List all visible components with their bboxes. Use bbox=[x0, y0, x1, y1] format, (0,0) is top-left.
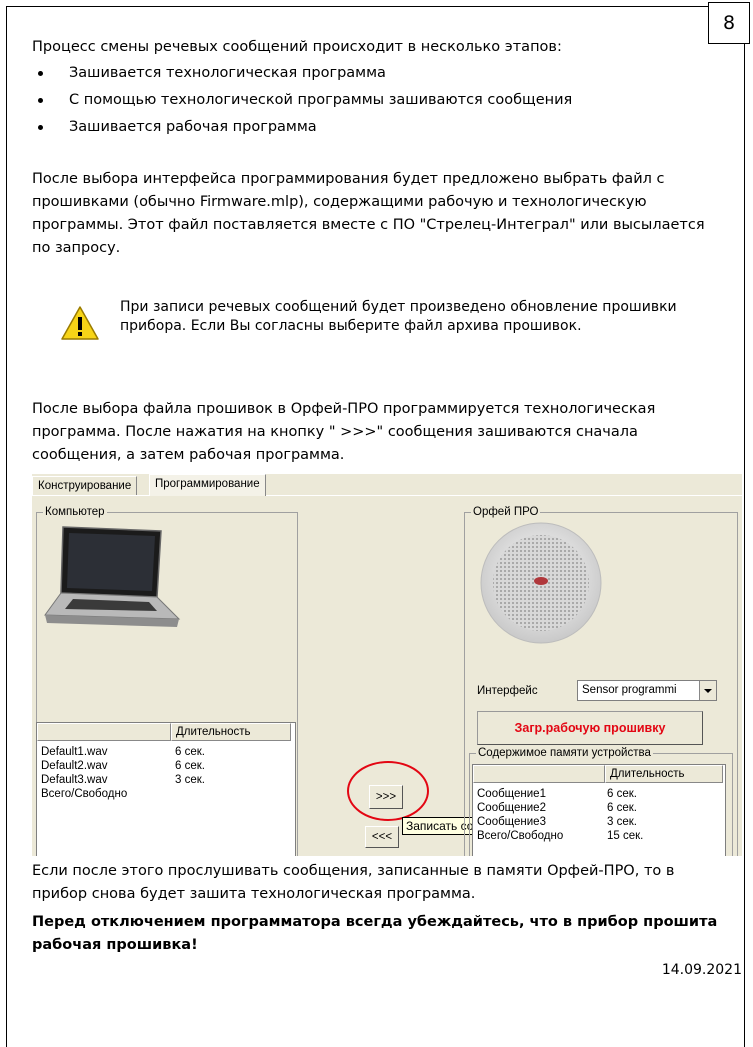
list-item[interactable]: Всего/Свободно bbox=[41, 787, 127, 801]
memory-group-title: Содержимое памяти устройства bbox=[476, 746, 653, 760]
tab-design[interactable]: Конструирование bbox=[32, 476, 138, 495]
device-image bbox=[479, 521, 603, 648]
bullet-label: Зашивается рабочая программа bbox=[69, 119, 317, 135]
column-header-duration[interactable]: Длительность bbox=[171, 723, 291, 741]
highlight-circle bbox=[347, 761, 429, 821]
paragraph-listen: Если после этого прослушивать сообщения,… bbox=[32, 863, 675, 902]
device-group: Орфей ПРО Интерфейс Sensor programmi Заг… bbox=[464, 505, 738, 856]
warning-text: При записи речевых сообщений будет произ… bbox=[120, 299, 677, 334]
list-item[interactable]: Default2.wav 6 сек. bbox=[41, 759, 205, 773]
device-group-title: Орфей ПРО bbox=[471, 505, 541, 519]
tab-panel: Компьютер Длительность Default1.wav 6 сек… bbox=[32, 495, 742, 856]
laptop-image bbox=[43, 523, 183, 644]
memory-group: Содержимое памяти устройства Длительност… bbox=[469, 746, 733, 856]
chevron-down-icon[interactable] bbox=[699, 681, 716, 700]
list-item[interactable]: Сообщение3 3 сек. bbox=[477, 815, 637, 829]
list-item[interactable]: Сообщение1 6 сек. bbox=[477, 787, 637, 801]
list-item[interactable]: Default3.wav 3 сек. bbox=[41, 773, 205, 787]
bullet-dot bbox=[38, 125, 43, 130]
list-item[interactable]: Сообщение2 6 сек. bbox=[477, 801, 637, 815]
intro-text: Процесс смены речевых сообщений происход… bbox=[32, 39, 562, 55]
bullet-dot bbox=[38, 71, 43, 76]
column-header-name[interactable] bbox=[37, 723, 171, 741]
notice-text: Перед отключением программатора всегда у… bbox=[32, 914, 718, 953]
computer-group-title: Компьютер bbox=[43, 505, 107, 519]
list-item[interactable]: Default1.wav 6 сек. bbox=[41, 745, 205, 759]
paragraph-programming: После выбора файла прошивок в Орфей-ПРО … bbox=[32, 401, 656, 463]
read-from-device-button[interactable]: <<< bbox=[365, 826, 399, 848]
document-date: 14.09.2021 bbox=[661, 962, 742, 978]
device-message-list[interactable]: Длительность Сообщение1 6 сек. Сообщение2… bbox=[472, 764, 726, 856]
tab-programming[interactable]: Программирование bbox=[149, 474, 266, 496]
warning-icon bbox=[60, 305, 100, 345]
interface-label: Интерфейс bbox=[477, 685, 538, 697]
column-header-name[interactable] bbox=[473, 765, 605, 783]
computer-file-list[interactable]: Длительность Default1.wav 6 сек. Default2… bbox=[36, 722, 296, 856]
computer-group: Компьютер Длительность Default1.wav 6 сек… bbox=[36, 505, 298, 856]
column-header-duration[interactable]: Длительность bbox=[605, 765, 723, 783]
programmer-screenshot: Конструирование Программирование Компьют… bbox=[32, 474, 742, 856]
bullet-label: С помощью технологической программы заши… bbox=[69, 92, 573, 108]
interface-select[interactable]: Sensor programmi bbox=[577, 680, 717, 701]
list-item[interactable]: Всего/Свободно 15 сек. bbox=[477, 829, 643, 843]
load-firmware-button[interactable]: Загр.рабочую прошивку bbox=[477, 711, 703, 745]
bullet-label: Зашивается технологическая программа bbox=[69, 65, 386, 81]
paragraph-firmware: После выбора интерфейса программирования… bbox=[32, 171, 705, 256]
bullet-dot bbox=[38, 98, 43, 103]
